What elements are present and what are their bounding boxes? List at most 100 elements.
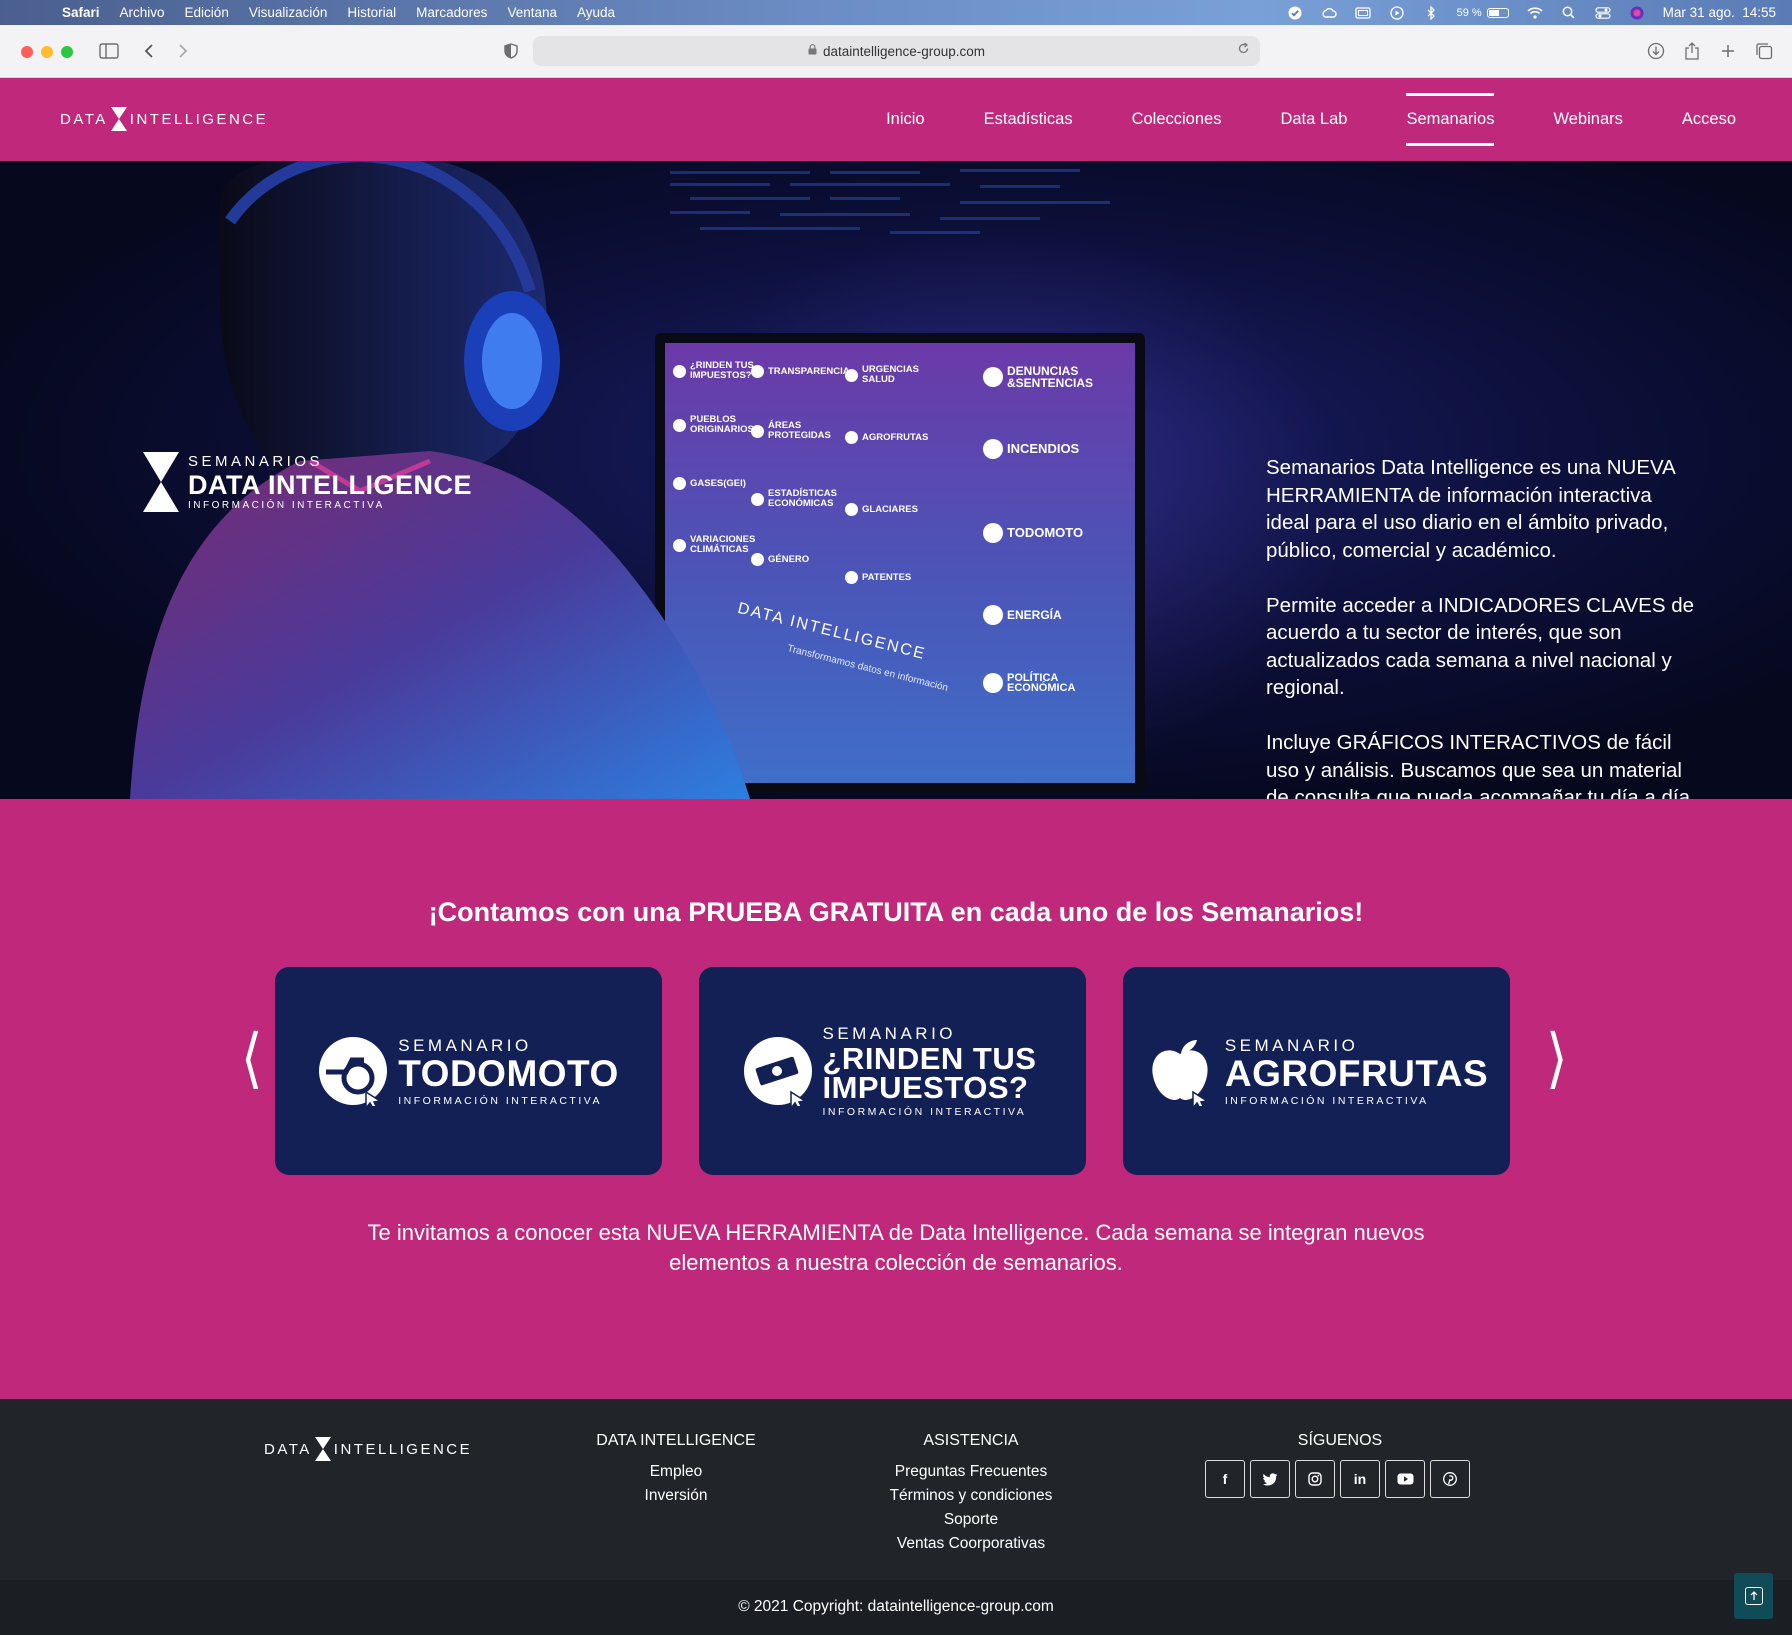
nav-acceso[interactable]: Acceso (1682, 102, 1736, 137)
logo-text-right: INTELLIGENCE (129, 110, 269, 128)
menu-ayuda[interactable]: Ayuda (577, 5, 615, 20)
footer-col-title: ASISTENCIA (923, 1432, 1019, 1449)
nav-estadisticas[interactable]: Estadísticas (984, 102, 1073, 137)
menu-visualizacion[interactable]: Visualización (249, 5, 328, 20)
footer-col-asistencia: ASISTENCIA Preguntas Frecuentes Términos… (871, 1432, 1071, 1556)
facebook-icon[interactable]: f (1205, 1460, 1245, 1498)
url-text: dataintelligence-group.com (822, 43, 986, 59)
site-footer: DATA INTELLIGENCE DATA INTELLIGENCE Empl… (0, 1399, 1792, 1580)
linkedin-icon[interactable]: in (1340, 1460, 1380, 1498)
copyright-bar: © 2021 Copyright: dataintelligence-group… (0, 1580, 1792, 1635)
privacy-shield-icon[interactable] (498, 39, 524, 63)
youtube-icon[interactable] (1385, 1460, 1425, 1498)
hero-logo-main: DATA INTELLIGENCE (188, 470, 472, 500)
battery-level (1488, 9, 1499, 16)
check-icon[interactable] (1287, 6, 1303, 20)
main-nav: Inicio Estadísticas Colecciones Data Lab… (827, 78, 1736, 161)
card-title: AGROFRUTAS (1224, 1052, 1489, 1094)
menu-historial[interactable]: Historial (347, 5, 396, 20)
play-circle-icon[interactable] (1389, 5, 1405, 20)
menu-archivo[interactable]: Archivo (120, 5, 165, 20)
spotlight-search-icon[interactable] (1561, 6, 1577, 20)
share-icon[interactable] (1679, 39, 1705, 63)
close-window-button[interactable] (21, 46, 33, 58)
card-sub-label: INFORMACIÓN INTERACTIVA (1224, 1094, 1429, 1107)
copyright-link[interactable]: dataintelligence-group.com (868, 1598, 1054, 1615)
card-sub-label: INFORMACIÓN INTERACTIVA (398, 1094, 602, 1107)
fullscreen-window-button[interactable] (61, 46, 73, 58)
footer-link-terms[interactable]: Términos y condiciones (871, 1484, 1071, 1508)
new-tab-icon[interactable] (1715, 39, 1741, 63)
footer-link-support[interactable]: Soporte (871, 1508, 1071, 1532)
menu-edicion[interactable]: Edición (185, 5, 229, 20)
footer-link-sales[interactable]: Ventas Coorporativas (871, 1532, 1071, 1556)
hero-banner: ¿RINDEN TUS IMPUESTOS? TRANSPARENCIA URG… (0, 161, 1792, 799)
forward-icon[interactable] (170, 39, 196, 63)
tab-overview-icon[interactable] (1751, 39, 1777, 63)
nav-semanarios[interactable]: Semanarios (1406, 93, 1495, 146)
invite-text: Te invitamos a conocer esta NUEVA HERRAM… (367, 1220, 1425, 1275)
card-title: TODOMOTO (398, 1052, 619, 1094)
footer-col-title: SÍGUENOS (1297, 1432, 1383, 1449)
footer-logo-text-left: DATA (264, 1440, 312, 1458)
footer-logo-text-right: INTELLIGENCE (333, 1440, 473, 1458)
card-title: ¿RINDEN TUS IMPUESTOS? (822, 1041, 1037, 1105)
site-logo[interactable]: DATA INTELLIGENCE (60, 106, 268, 132)
footer-link-empleo[interactable]: Empleo (596, 1460, 756, 1484)
display-icon[interactable] (1354, 6, 1371, 20)
nav-webinars[interactable]: Webinars (1553, 102, 1622, 137)
creative-cloud-icon[interactable] (1321, 6, 1337, 20)
bluetooth-icon[interactable] (1423, 5, 1439, 20)
hero-paragraph-3: Incluye GRÁFICOS INTERACTIVOS de fácil u… (1266, 731, 1696, 799)
screen-item: TODOMOTO (983, 523, 1093, 543)
lock-icon (808, 44, 817, 58)
footer-col-social: SÍGUENOS f in (1205, 1432, 1475, 1498)
trial-heading: ¡Contamos con una PRUEBA GRATUITA en cad… (428, 897, 1364, 927)
back-icon[interactable] (136, 39, 162, 63)
carousel-prev-button[interactable]: ❬ (239, 1027, 266, 1085)
nav-colecciones[interactable]: Colecciones (1132, 102, 1222, 137)
scroll-to-top-button[interactable] (1734, 1573, 1773, 1619)
hourglass-logo-icon (314, 1437, 331, 1461)
menu-app[interactable]: Safari (62, 5, 100, 20)
semanarios-logo: SEMANARIOS DATA INTELLIGENCE INFORMACIÓN… (142, 451, 472, 513)
site-header: DATA INTELLIGENCE Inicio Estadísticas Co… (0, 78, 1792, 161)
address-bar[interactable]: dataintelligence-group.com (533, 36, 1260, 66)
siri-icon[interactable] (1629, 6, 1645, 20)
instagram-icon[interactable] (1295, 1460, 1335, 1498)
carousel-next-button[interactable]: ❭ (1543, 1027, 1570, 1085)
free-trial-section: ¡Contamos con una PRUEBA GRATUITA en cad… (0, 799, 1792, 1399)
nav-inicio[interactable]: Inicio (886, 102, 925, 137)
social-links: f in (1205, 1460, 1475, 1498)
hero-paragraph-1: Semanarios Data Intelligence es una NUEV… (1266, 456, 1675, 562)
nav-data-lab[interactable]: Data Lab (1280, 102, 1347, 137)
arrow-up-icon (1744, 1587, 1763, 1605)
reload-icon[interactable] (1237, 42, 1250, 58)
hero-logo-sub: INFORMACIÓN INTERACTIVA (188, 500, 385, 511)
clock[interactable]: Mar 31 ago. 14:55 (1663, 5, 1776, 20)
menu-ventana[interactable]: Ventana (507, 5, 557, 20)
hero-description: Semanarios Data Intelligence es una NUEV… (1266, 454, 1696, 799)
footer-link-inversion[interactable]: Inversión (596, 1484, 756, 1508)
footer-col-data-intelligence: DATA INTELLIGENCE Empleo Inversión (596, 1432, 756, 1508)
wifi-icon[interactable] (1527, 6, 1543, 20)
screen-item: DENUNCIAS &SENTENCIAS (983, 365, 1093, 389)
battery-icon[interactable] (1486, 7, 1509, 18)
menu-marcadores[interactable]: Marcadores (416, 5, 487, 20)
sidebar-toggle-icon[interactable] (96, 39, 122, 63)
card-todomoto[interactable]: SEMANARIO TODOMOTO INFORMACIÓN INTERACTI… (275, 967, 662, 1175)
downloads-icon[interactable] (1643, 39, 1669, 63)
logo-text-left: DATA (60, 110, 108, 128)
twitter-icon[interactable] (1250, 1460, 1290, 1498)
browser-toolbar: dataintelligence-group.com (0, 25, 1792, 78)
minimize-window-button[interactable] (41, 46, 53, 58)
battery-percent: 59 % (1456, 6, 1482, 19)
pinterest-icon[interactable] (1430, 1460, 1470, 1498)
control-center-icon[interactable] (1595, 6, 1611, 20)
footer-link-faq[interactable]: Preguntas Frecuentes (871, 1460, 1071, 1484)
macos-menubar: Safari Archivo Edición Visualización His… (0, 0, 1792, 25)
footer-logo[interactable]: DATA INTELLIGENCE (264, 1436, 472, 1462)
card-agrofrutas[interactable]: SEMANARIO AGROFRUTAS INFORMACIÓN INTERAC… (1123, 967, 1510, 1175)
card-rinden-tus-impuestos[interactable]: SEMANARIO ¿RINDEN TUS IMPUESTOS? INFORMA… (699, 967, 1086, 1175)
screen-item: POLÍTICA ECONÓMICA (983, 673, 1093, 694)
